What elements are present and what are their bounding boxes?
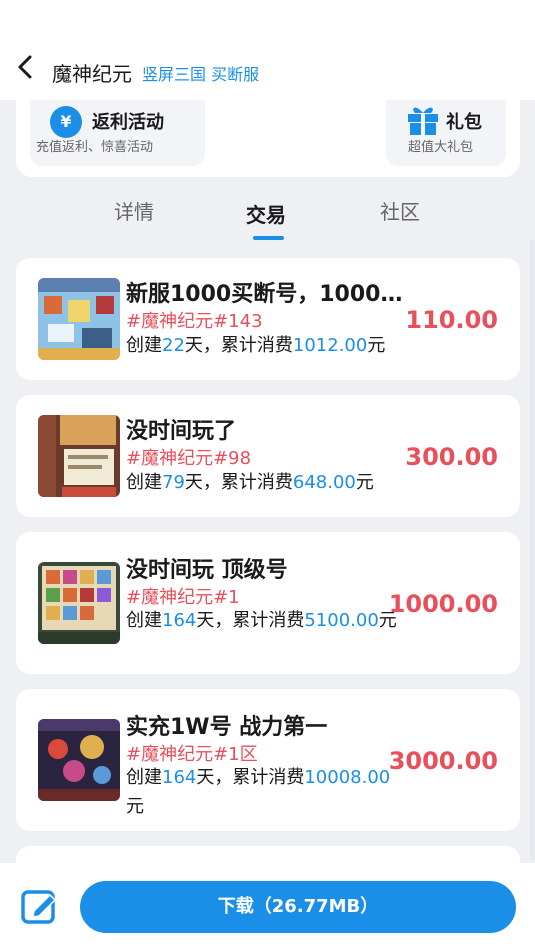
gift-icon <box>408 107 438 135</box>
bottom-action-bar: 下载（26.77MB） <box>0 863 535 951</box>
page-subtitle: 竖屏三国 买断服 <box>142 65 260 84</box>
listing-card[interactable]: 没时间玩了 #魔神纪元#98 创建79天，累计消费648.00元 300.00 <box>16 395 520 517</box>
spent-prefix: 天，累计消费 <box>196 767 305 788</box>
spent-prefix: 天，累计消费 <box>184 335 293 356</box>
listing-title: 没时间玩 顶级号 <box>126 558 288 583</box>
listing-price: 300.00 <box>405 443 498 471</box>
listing-info: 创建164天，累计消费10008.00 元 <box>126 763 401 821</box>
edit-icon[interactable] <box>20 887 60 927</box>
days-value: 164 <box>162 610 197 631</box>
listing-thumbnail <box>38 415 120 497</box>
spent-value: 648.00 <box>292 472 356 493</box>
listing-card[interactable]: 实充1W号 战力第一 #魔神纪元#1区 创建164天，累计消费10008.00元… <box>16 689 520 831</box>
spent-value: 5100.00 <box>304 610 379 631</box>
listing-info: 创建79天，累计消费648.00元 <box>126 468 401 497</box>
scrollbar-track[interactable] <box>530 240 535 860</box>
listing-thumbnail <box>38 562 120 644</box>
rebate-description: 充值返利、惊喜活动 <box>36 140 154 155</box>
listing-title: 实充1W号 战力第一 <box>126 715 328 740</box>
listing-tag: #魔神纪元#143 <box>126 311 263 332</box>
page-title: 魔神纪元 <box>52 62 132 86</box>
back-icon[interactable] <box>14 53 38 81</box>
active-tab-indicator <box>253 236 284 240</box>
listing-price: 1000.00 <box>388 590 498 618</box>
spent-value: 1012.00 <box>292 335 368 356</box>
listing-card[interactable]: 新服1000买断号，1000… #魔神纪元#143 创建22天，累计消费1012… <box>16 258 520 380</box>
listing-title: 没时间玩了 <box>126 419 237 444</box>
spent-prefix: 天，累计消费 <box>196 610 305 631</box>
tab-details[interactable]: 详情 <box>114 196 154 225</box>
listing-price: 3000.00 <box>388 747 498 775</box>
days-value: 79 <box>162 472 185 493</box>
created-prefix: 创建 <box>126 472 162 493</box>
header: 魔神纪元 竖屏三国 买断服 <box>0 0 535 100</box>
listing-thumbnail <box>38 278 120 360</box>
rebate-title: 返利活动 <box>92 112 164 133</box>
listing-tag: #魔神纪元#98 <box>126 448 252 469</box>
created-prefix: 创建 <box>126 767 162 788</box>
promo-panel: ¥ 返利活动 充值返利、惊喜活动 礼包 超值大礼包 <box>16 100 520 177</box>
tab-trade[interactable]: 交易 <box>246 199 286 228</box>
created-prefix: 创建 <box>126 335 162 356</box>
rebate-activity-button[interactable]: ¥ 返利活动 充值返利、惊喜活动 <box>30 100 205 166</box>
download-button[interactable]: 下载（26.77MB） <box>80 881 516 933</box>
currency-suffix: 元 <box>355 472 374 493</box>
yen-coin-icon: ¥ <box>50 106 82 138</box>
currency-suffix: 元 <box>367 335 386 356</box>
listing-thumbnail <box>38 719 120 801</box>
listing-info: 创建164天，累计消费5100.00元 <box>126 606 401 635</box>
days-value: 164 <box>162 767 197 788</box>
currency-suffix: 元 <box>126 796 144 817</box>
days-value: 22 <box>162 335 185 356</box>
listing-title: 新服1000买断号，1000… <box>126 282 403 307</box>
gift-pack-button[interactable]: 礼包 超值大礼包 <box>386 100 506 166</box>
gift-title: 礼包 <box>446 112 482 133</box>
spent-value: 10008.00 <box>304 767 391 788</box>
listing-price: 110.00 <box>405 306 498 334</box>
spent-prefix: 天，累计消费 <box>184 472 293 493</box>
created-prefix: 创建 <box>126 610 162 631</box>
listing-card[interactable]: 没时间玩 顶级号 #魔神纪元#1 创建164天，累计消费5100.00元 100… <box>16 532 520 674</box>
tab-community[interactable]: 社区 <box>380 196 420 225</box>
gift-description: 超值大礼包 <box>408 140 474 155</box>
listing-info: 创建22天，累计消费1012.00元 <box>126 331 401 360</box>
